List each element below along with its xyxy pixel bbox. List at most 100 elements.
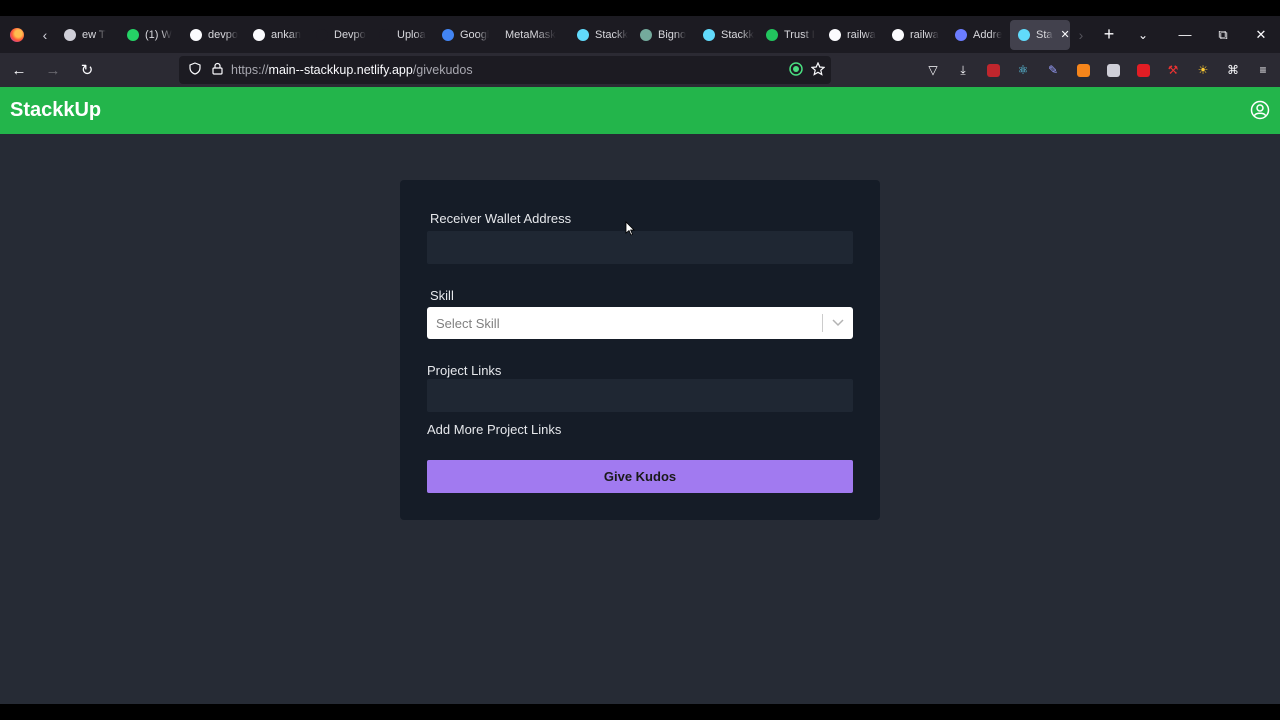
browser-tab[interactable]: Stackk [569,20,632,50]
tab-title: railwa [847,28,876,41]
tab-title: (1) W [145,28,172,41]
list-all-tabs-button[interactable]: ⌄ [1126,16,1160,53]
page-viewport: StackkUp Receiver Wallet Address Skill S… [0,87,1280,704]
browser-tab[interactable]: MetaMask [497,20,569,50]
devpost-icon [316,28,328,41]
github-icon [253,28,265,41]
skill-label: Skill [430,288,454,303]
react-icon [1018,28,1030,41]
tab-title: Bigno [658,28,687,41]
project-links-label: Project Links [427,363,502,378]
bookmark-star-icon[interactable] [810,61,826,79]
openai-icon [640,28,652,41]
screen-top-border [0,0,1280,16]
google-icon [892,28,904,41]
browser-tab[interactable]: Addre [947,20,1010,50]
receiver-wallet-input[interactable] [427,231,853,264]
tab-title: Googl [460,28,490,41]
browser-tab[interactable]: ew T [56,20,119,50]
give-kudos-button[interactable]: Give Kudos [427,460,853,493]
url-text[interactable]: https://main--stackkup.netlify.app/givek… [231,63,473,77]
tab-scroll-left-icon[interactable]: ‹ [34,16,56,53]
browser-tab[interactable]: (1) W [119,20,182,50]
user-profile-icon[interactable] [1250,100,1270,120]
close-tab-icon[interactable]: ✕ [1061,28,1070,41]
browser-tab[interactable]: Stackk [695,20,758,50]
toolbar-extensions: ▽ ⤓ ⚛ ✎ ⚒ ☀ ⌘ ≡ [918,53,1278,87]
tab-title: Trust I [784,28,815,41]
github-icon [190,28,202,41]
close-window-icon[interactable]: ✕ [1242,16,1280,53]
metamask-icon[interactable] [1068,55,1098,85]
tool-extension-icon[interactable]: ⚒ [1158,55,1188,85]
address-bar[interactable]: https://main--stackkup.netlify.app/givek… [179,56,831,84]
cube-icon [955,28,967,41]
react-icon [577,28,589,41]
react-devtools-icon[interactable]: ⚛ [1008,55,1038,85]
tab-icon [64,28,76,41]
tab-title: Stackk [721,28,755,41]
chevron-down-icon[interactable] [823,307,853,339]
color-picker-icon[interactable]: ✎ [1038,55,1068,85]
browser-tab[interactable]: railwa [884,20,947,50]
give-kudos-form: Receiver Wallet Address Skill Select Ski… [400,180,880,520]
trust-icon [766,28,778,41]
tab-title: Stackk [595,28,629,41]
browser-tab[interactable]: Devpo [308,20,371,50]
sun-extension-icon[interactable]: ☀ [1188,55,1218,85]
tracking-shield-icon[interactable] [187,62,203,78]
add-more-project-links-button[interactable]: Add More Project Links [427,422,561,437]
project-links-input[interactable] [427,379,853,412]
downloads-icon[interactable]: ⤓ [948,55,978,85]
browser-tab[interactable]: railwa [821,20,884,50]
google-icon [442,28,454,41]
tab-title: ew T [82,28,106,41]
tab-title: Devpo [334,28,366,41]
red-extension-icon[interactable] [1128,55,1158,85]
reader-icon[interactable] [1098,55,1128,85]
browser-tab-strip: ‹ ew T (1) W devpo ankan Devpo Uploa Googl Meta… [0,16,1280,53]
devpost-icon [379,28,391,41]
react-icon [703,28,715,41]
screen-bottom-border [0,704,1280,720]
skill-select[interactable]: Select Skill [427,307,853,339]
ublock-icon[interactable] [978,55,1008,85]
google-icon [829,28,841,41]
browser-tab[interactable]: Googl [434,20,497,50]
lock-icon[interactable] [209,62,225,78]
tab-title: devpo [208,28,238,41]
receiver-wallet-label: Receiver Wallet Address [430,211,572,226]
restore-icon[interactable]: ⧉ [1204,16,1242,53]
browser-tab[interactable]: Trust I [758,20,821,50]
tab-title: Sta [1036,28,1053,41]
minimize-icon[interactable]: — [1166,16,1204,53]
window-controls: — ⧉ ✕ [1166,16,1280,53]
tab-title: Addre [973,28,1003,41]
browser-tab[interactable]: devpo [182,20,245,50]
skill-select-placeholder: Select Skill [436,315,500,331]
tab-title: MetaMask [505,28,556,41]
tab-list: ew T (1) W devpo ankan Devpo Uploa Googl MetaMa… [56,16,1070,53]
firefox-icon[interactable] [0,16,34,53]
browser-tab[interactable]: Uploa [371,20,434,50]
tab-scroll-right-icon[interactable]: › [1070,16,1092,53]
tab-title: Uploa [397,28,426,41]
back-button[interactable]: ← [4,55,34,85]
browser-tab[interactable]: ankan [245,20,308,50]
tab-title: railwa [910,28,939,41]
extensions-puzzle-icon[interactable]: ⌘ [1218,55,1248,85]
menu-icon[interactable]: ≡ [1248,55,1278,85]
mouse-cursor-icon [625,221,635,236]
browser-tab[interactable]: Sta ✕ [1010,19,1070,50]
browser-navigation-bar: ← → ↻ https://main--stackkup.netlify.app… [0,53,1280,87]
browser-tab[interactable]: Bigno [632,20,695,50]
new-tab-button[interactable]: + [1092,16,1126,53]
extension-status-icon[interactable] [789,61,803,79]
brand-logo[interactable]: StackkUp [10,99,101,122]
app-header: StackkUp [0,87,1280,134]
reload-button[interactable]: ↻ [72,55,102,85]
forward-button[interactable]: → [38,55,68,85]
tab-title: ankan [271,28,301,41]
pocket-icon[interactable]: ▽ [918,55,948,85]
whatsapp-icon [127,28,139,41]
